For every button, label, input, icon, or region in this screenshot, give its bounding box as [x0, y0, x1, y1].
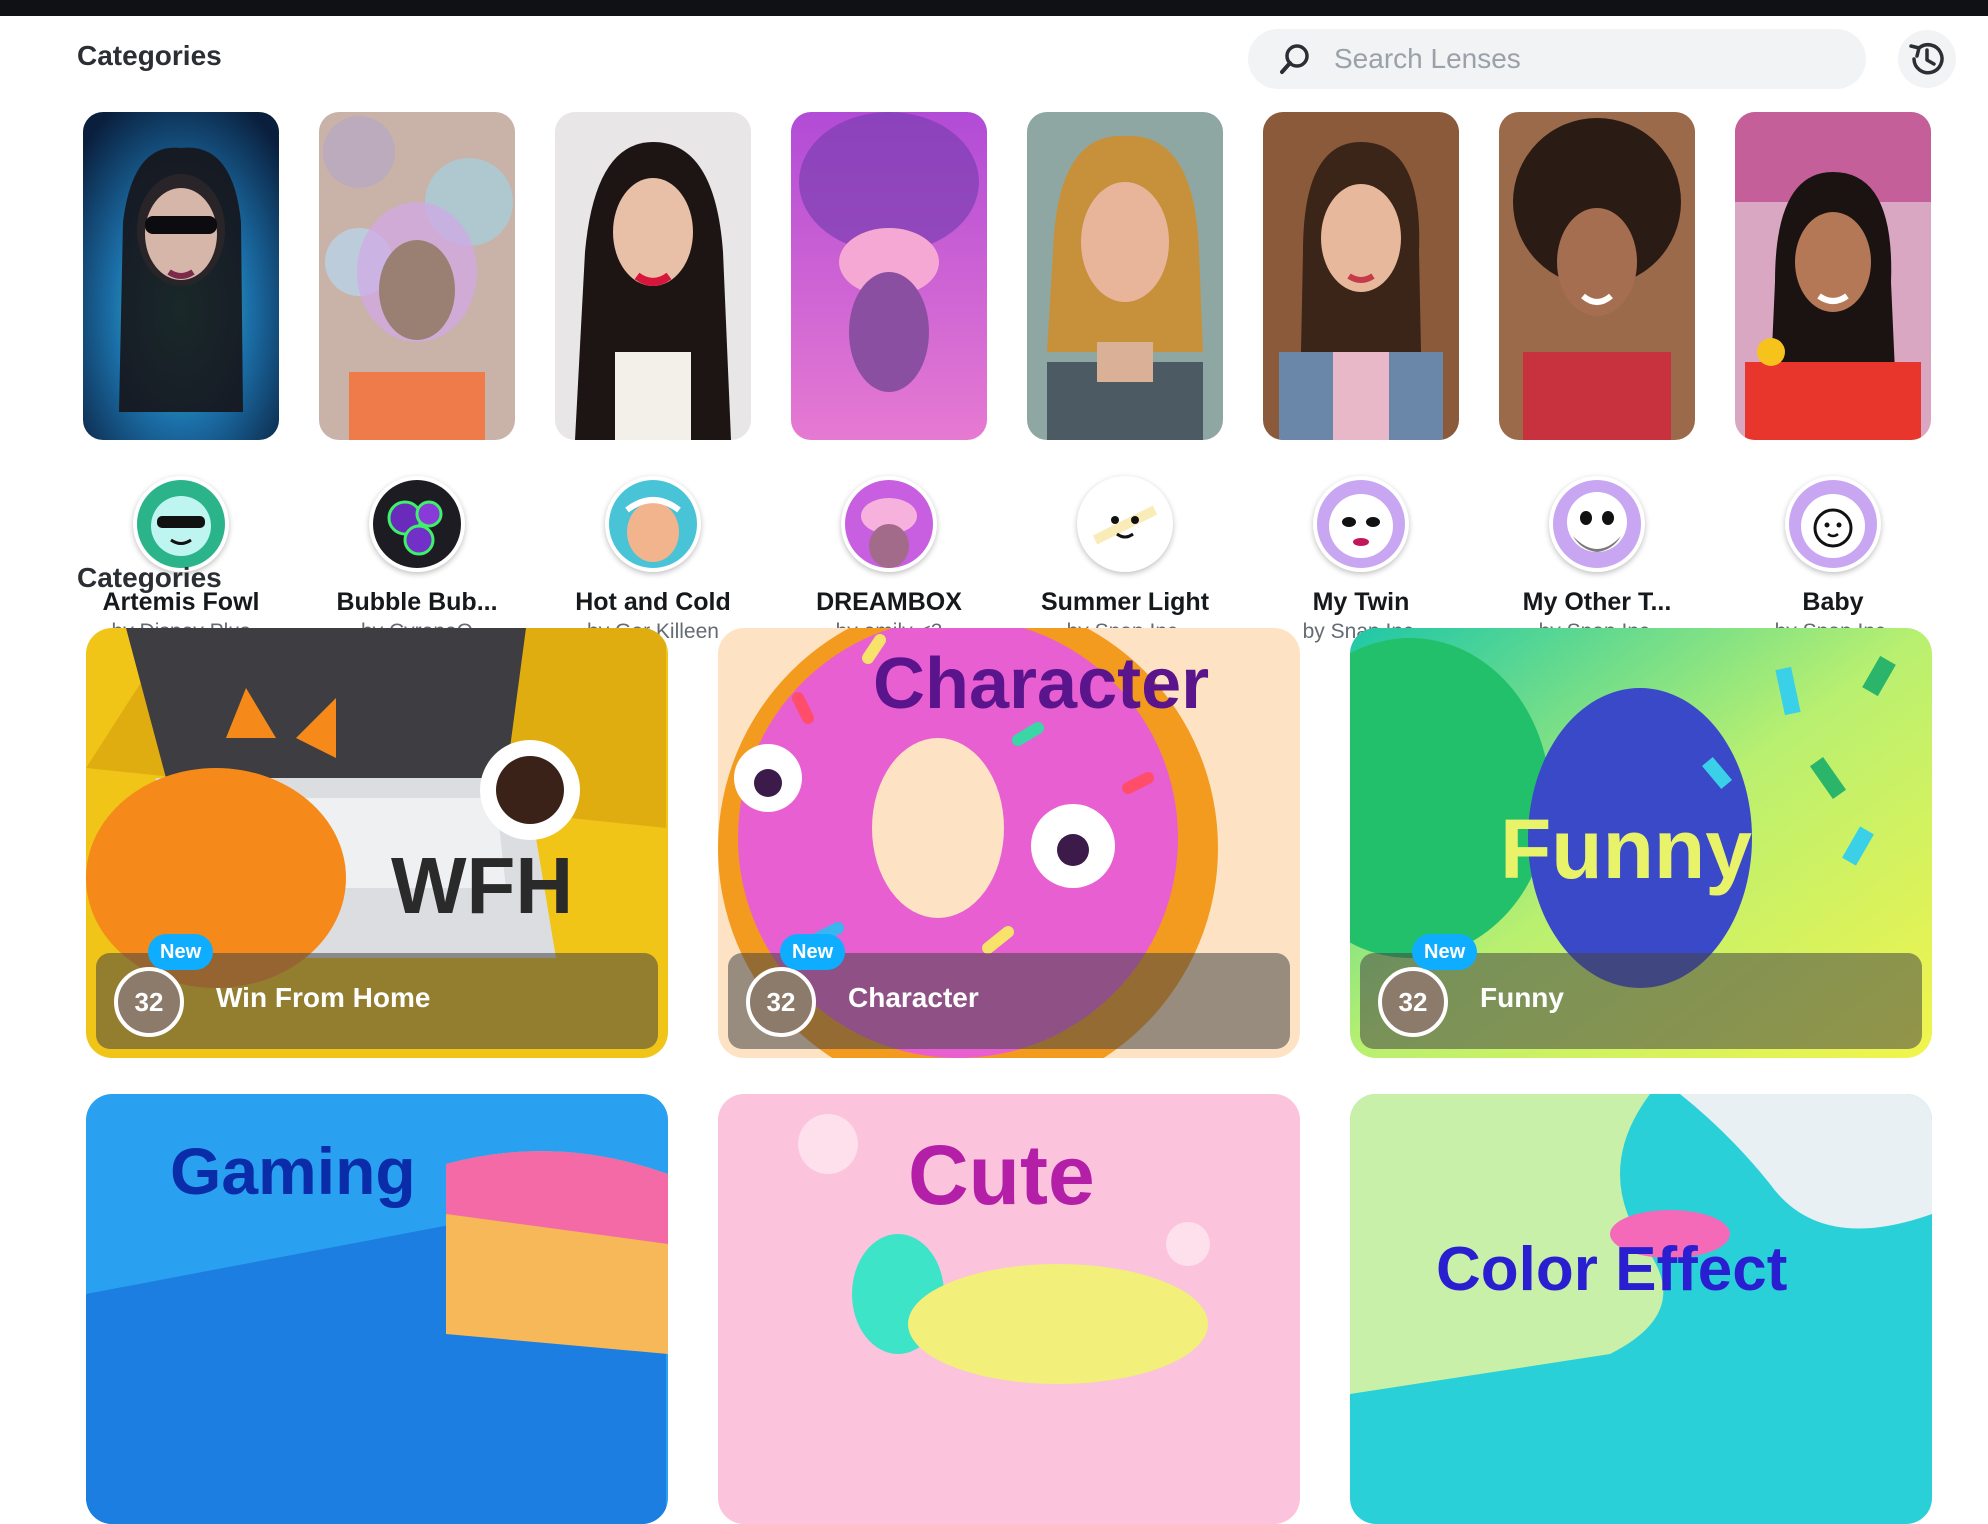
- search-input[interactable]: [1332, 42, 1816, 76]
- search-bar[interactable]: [1248, 29, 1866, 89]
- category-card-funny[interactable]: Funny 32 New Funny: [1350, 628, 1932, 1058]
- wfh-art-text: WFH: [391, 841, 573, 930]
- category-card-wfh[interactable]: WFH 32 New Win From Home: [86, 628, 668, 1058]
- search-icon: [1280, 44, 1309, 74]
- lens-card[interactable]: Artemis Fowl by Disney Plus: [83, 112, 279, 643]
- gaming-art-text: Gaming: [170, 1134, 416, 1208]
- category-label: Character: [848, 982, 979, 1013]
- lens-thumbnail[interactable]: [1027, 112, 1223, 440]
- lens-name: Baby: [1802, 588, 1864, 616]
- lens-icon: [1077, 476, 1173, 572]
- lens-thumbnail[interactable]: [1263, 112, 1459, 440]
- categories-title: Categories: [77, 562, 222, 593]
- new-badge: New: [1412, 934, 1478, 970]
- window-top-bar: [0, 0, 1988, 16]
- lens-card[interactable]: DREAMBOX by emily <3: [791, 112, 987, 643]
- new-badge: New: [780, 934, 846, 970]
- lens-icon: [1549, 476, 1645, 572]
- lens-thumbnail[interactable]: [319, 112, 515, 440]
- category-card-gaming[interactable]: Gaming: [86, 1094, 668, 1524]
- category-card-character[interactable]: Character 32 New Character: [718, 628, 1300, 1058]
- lens-card[interactable]: Summer Light by Snap Inc.: [1027, 112, 1223, 643]
- lens-name: Hot and Cold: [575, 588, 731, 616]
- lens-card[interactable]: Baby by Snap Inc.: [1735, 112, 1931, 643]
- lens-icon: [605, 476, 701, 572]
- lens-icon: [841, 476, 937, 572]
- funny-art-text: Funny: [1500, 802, 1752, 896]
- lens-name: Summer Light: [1040, 588, 1210, 616]
- lens-card[interactable]: Bubble Bub... by CyreneQ: [319, 112, 515, 643]
- lens-thumbnail[interactable]: [1499, 112, 1695, 440]
- new-badge: New: [148, 934, 214, 970]
- page-title: Categories: [77, 40, 222, 71]
- lens-name: DREAMBOX: [816, 588, 962, 616]
- lens-icon: [1313, 476, 1409, 572]
- cute-art-text: Cute: [908, 1128, 1095, 1222]
- lens-name: Bubble Bub...: [336, 588, 498, 616]
- lens-card[interactable]: My Twin by Snap Inc.: [1263, 112, 1459, 643]
- lens-icon: [133, 476, 229, 572]
- lens-thumbnail[interactable]: [791, 112, 987, 440]
- lens-card[interactable]: Hot and Cold by Ger Killeen: [555, 112, 751, 643]
- color-effect-art-text: Color Effect: [1436, 1235, 1787, 1304]
- lens-icon: [369, 476, 465, 572]
- lens-count-badge: 32: [114, 967, 184, 1037]
- category-label: Win From Home: [216, 982, 431, 1013]
- lens-thumbnail[interactable]: [83, 112, 279, 440]
- history-icon: [1909, 42, 1944, 75]
- category-card-color-effect[interactable]: Color Effect: [1350, 1094, 1932, 1524]
- lens-name: My Twin: [1312, 588, 1410, 616]
- lens-name: My Other T...: [1522, 588, 1672, 616]
- history-button[interactable]: [1898, 30, 1956, 88]
- lens-count-badge: 32: [1378, 967, 1448, 1037]
- lens-icon: [1785, 476, 1881, 572]
- lens-card[interactable]: My Other T... by Snap Inc.: [1499, 112, 1695, 643]
- category-card-cute[interactable]: Cute: [718, 1094, 1300, 1524]
- category-label: Funny: [1480, 982, 1564, 1013]
- character-art-text: Character: [873, 644, 1209, 724]
- lens-thumbnail[interactable]: [555, 112, 751, 440]
- lens-count-badge: 32: [746, 967, 816, 1037]
- lens-thumbnail[interactable]: [1735, 112, 1931, 440]
